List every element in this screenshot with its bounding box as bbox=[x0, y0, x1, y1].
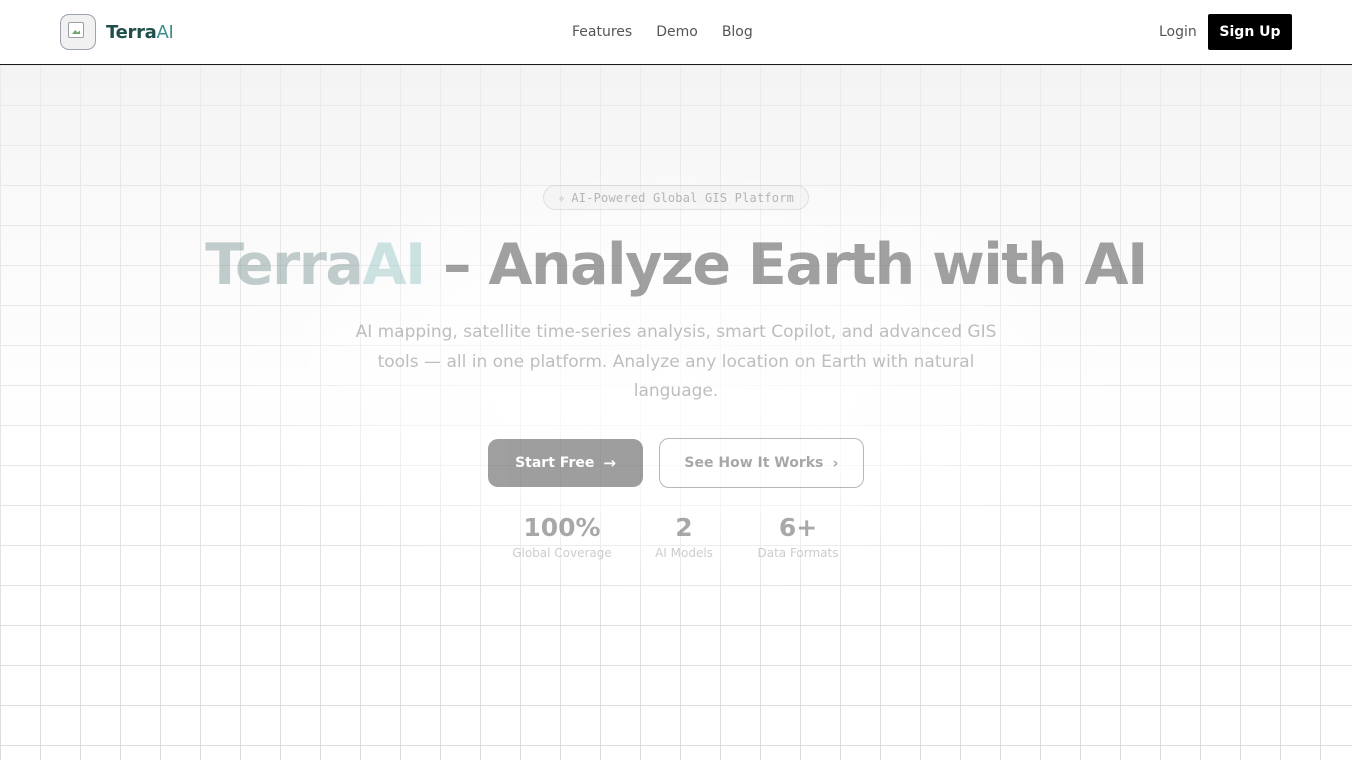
nav-link-blog[interactable]: Blog bbox=[722, 22, 753, 42]
brand-name-terra: Terra bbox=[106, 21, 157, 43]
signup-button[interactable]: Sign Up bbox=[1208, 14, 1292, 50]
hero-section: ✧ AI-Powered Global GIS Platform TerraAI… bbox=[0, 65, 1352, 760]
see-how-it-works-button[interactable]: See How It Works › bbox=[659, 438, 864, 488]
stat-data-formats: 6+ Data Formats bbox=[753, 511, 843, 561]
stat-label: Data Formats bbox=[757, 546, 839, 560]
stat-value: 6+ bbox=[778, 513, 818, 542]
start-free-label: Start Free bbox=[515, 455, 595, 471]
stat-value: 100% bbox=[523, 513, 601, 542]
headline-ai: AI bbox=[362, 232, 426, 298]
stat-label: AI Models bbox=[655, 546, 713, 560]
stat-label: Global Coverage bbox=[512, 546, 612, 560]
nav-link-features[interactable]: Features bbox=[572, 22, 632, 42]
start-free-button[interactable]: Start Free → bbox=[488, 439, 643, 487]
headline-rest: – Analyze Earth with AI bbox=[424, 232, 1148, 298]
chevron-right-icon: › bbox=[832, 453, 839, 472]
arrow-right-icon: → bbox=[603, 453, 616, 472]
stat-ai-models: 2 AI Models bbox=[644, 511, 724, 561]
stat-value: 2 bbox=[675, 513, 693, 542]
brand-name: TerraAI bbox=[106, 22, 174, 43]
headline-terra: Terra bbox=[205, 232, 364, 298]
platform-badge: ✧ AI-Powered Global GIS Platform bbox=[543, 185, 809, 210]
platform-badge-text: AI-Powered Global GIS Platform bbox=[571, 190, 795, 205]
login-link[interactable]: Login bbox=[1159, 22, 1197, 42]
brand-name-ai: AI bbox=[156, 21, 174, 43]
stat-global-coverage: 100% Global Coverage bbox=[512, 511, 612, 561]
nav-link-demo[interactable]: Demo bbox=[656, 22, 698, 42]
brand-logo-link[interactable]: TerraAI bbox=[60, 14, 174, 50]
sparkle-icon: ✧ bbox=[557, 190, 566, 205]
broken-image-icon bbox=[68, 22, 84, 38]
main-nav: Features Demo Blog bbox=[572, 22, 753, 42]
hero-content: ✧ AI-Powered Global GIS Platform TerraAI… bbox=[0, 65, 1352, 760]
hero-headline: TerraAI – Analyze Earth with AI bbox=[0, 230, 1352, 300]
top-navbar: TerraAI Features Demo Blog Login Sign Up bbox=[0, 0, 1352, 65]
hero-subtitle: AI mapping, satellite time-series analys… bbox=[355, 322, 997, 401]
logo-image bbox=[60, 14, 96, 50]
see-how-it-works-label: See How It Works bbox=[684, 455, 824, 471]
